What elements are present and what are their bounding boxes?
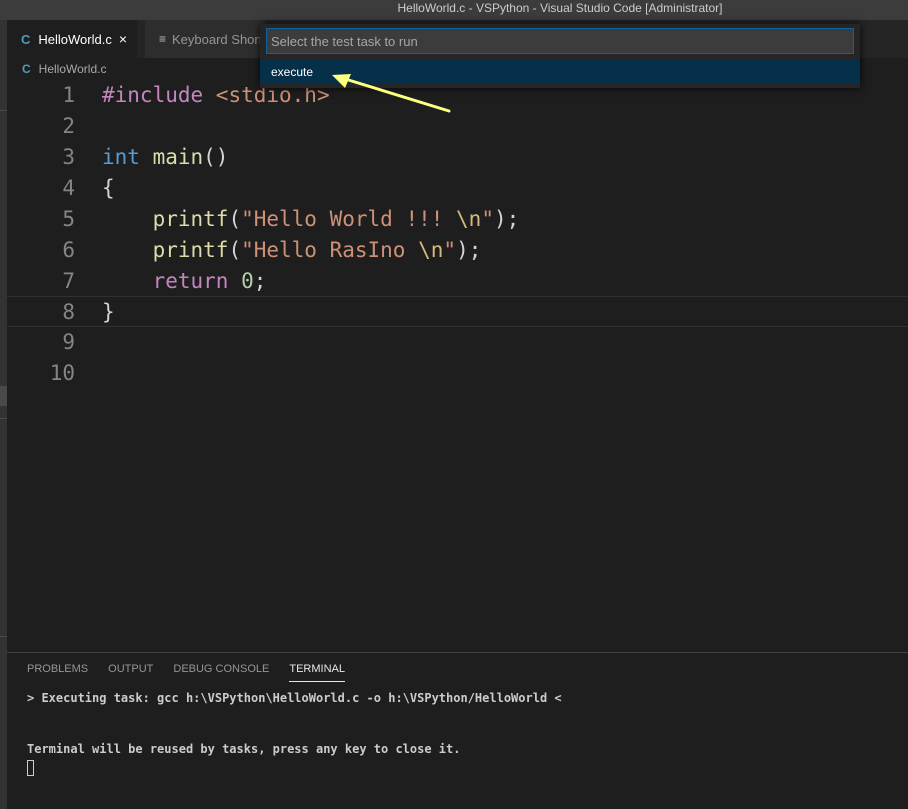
- code-text: int main(): [102, 142, 228, 173]
- code-text: return 0;: [102, 266, 267, 297]
- c-file-icon: C: [21, 31, 31, 47]
- quick-pick-dialog: execute: [260, 24, 860, 88]
- edge-scroll-indicator: [0, 386, 7, 406]
- line-number: 6: [62, 238, 75, 262]
- code-line-current: 8 }: [7, 296, 908, 327]
- vscode-window: HelloWorld.c - VSPython - Visual Studio …: [0, 0, 908, 809]
- function-call: printf: [152, 207, 229, 231]
- edge-divider: [0, 418, 7, 419]
- number-literal: 0: [241, 269, 254, 293]
- code-text: printf("Hello World !!! \n");: [102, 204, 520, 235]
- code-line: 5 printf("Hello World !!! \n");: [7, 204, 908, 235]
- tab-debug-console[interactable]: DEBUG CONSOLE: [173, 663, 269, 682]
- breadcrumb[interactable]: C HelloWorld.c: [22, 60, 106, 78]
- paren-close: );: [493, 207, 520, 231]
- code-line: 2: [7, 111, 908, 142]
- title-bar: HelloWorld.c - VSPython - Visual Studio …: [0, 0, 908, 20]
- string-literal: "Hello World !!!: [241, 207, 457, 231]
- code-line: 3 int main(): [7, 142, 908, 173]
- tab-keyboard-shortcuts[interactable]: ≡ Keyboard Shortcuts: [145, 20, 265, 58]
- edge-divider: [0, 110, 7, 111]
- code-line: 7 return 0;: [7, 266, 908, 297]
- return-keyword: return: [152, 269, 229, 293]
- open-brace: {: [102, 176, 115, 200]
- code-line: 9: [7, 327, 908, 358]
- line-number: 5: [62, 207, 75, 231]
- function-name: main: [139, 145, 204, 169]
- tab-output[interactable]: OUTPUT: [108, 663, 153, 682]
- c-file-icon: C: [22, 62, 31, 76]
- paren: (: [228, 238, 242, 262]
- activity-bar-edge: [0, 20, 7, 809]
- preprocessor-directive: #include: [102, 83, 204, 107]
- string-end: ": [481, 207, 494, 231]
- line-number: 10: [49, 361, 75, 385]
- window-title: HelloWorld.c - VSPython - Visual Studio …: [397, 1, 723, 15]
- function-call: printf: [152, 238, 229, 262]
- tab-problems[interactable]: PROBLEMS: [27, 663, 88, 682]
- terminal-line: Terminal will be reused by tasks, press …: [27, 742, 461, 756]
- paren: (: [228, 207, 242, 231]
- breadcrumb-file[interactable]: HelloWorld.c: [39, 62, 107, 76]
- close-brace: }: [102, 300, 115, 324]
- terminal-line: > Executing task: gcc h:\VSPython\HelloW…: [27, 691, 562, 705]
- line-number: 3: [62, 145, 75, 169]
- line-number: 2: [62, 114, 75, 138]
- string-literal: "Hello RasIno: [241, 238, 419, 262]
- preview-icon: ≡: [159, 32, 167, 46]
- line-number: 9: [62, 330, 75, 354]
- close-icon[interactable]: ×: [119, 31, 127, 47]
- string-end: ": [443, 238, 457, 262]
- panel-tab-bar: PROBLEMS OUTPUT DEBUG CONSOLE TERMINAL: [27, 663, 365, 682]
- parens: (): [203, 145, 229, 169]
- quick-pick-item-execute[interactable]: execute: [260, 60, 860, 84]
- edge-divider: [0, 636, 7, 637]
- code-editor[interactable]: 1 #include <stdio.h> 2 3 int main() 4 { …: [7, 80, 908, 652]
- escape-sequence: \n: [456, 207, 482, 231]
- terminal-cursor[interactable]: [27, 760, 34, 776]
- code-line: 4 {: [7, 173, 908, 204]
- line-number: 8: [62, 300, 75, 324]
- paren-close: );: [456, 238, 482, 262]
- tab-label: Keyboard Shortcuts: [172, 31, 265, 47]
- tab-terminal[interactable]: TERMINAL: [289, 663, 345, 682]
- tab-label: HelloWorld.c: [38, 31, 112, 47]
- code-text: printf("Hello RasIno \n");: [102, 235, 482, 266]
- quick-pick-input[interactable]: [266, 28, 854, 54]
- escape-sequence: \n: [418, 238, 444, 262]
- line-number: 4: [62, 176, 75, 200]
- code-line: 6 printf("Hello RasIno \n");: [7, 235, 908, 266]
- code-line: 10: [7, 358, 908, 389]
- tab-helloworld-c[interactable]: C HelloWorld.c ×: [7, 20, 137, 58]
- line-number: 1: [62, 83, 75, 107]
- type-keyword: int: [102, 145, 140, 169]
- line-number: 7: [62, 269, 75, 293]
- bottom-panel: PROBLEMS OUTPUT DEBUG CONSOLE TERMINAL >…: [7, 652, 908, 809]
- semicolon: ;: [253, 269, 267, 293]
